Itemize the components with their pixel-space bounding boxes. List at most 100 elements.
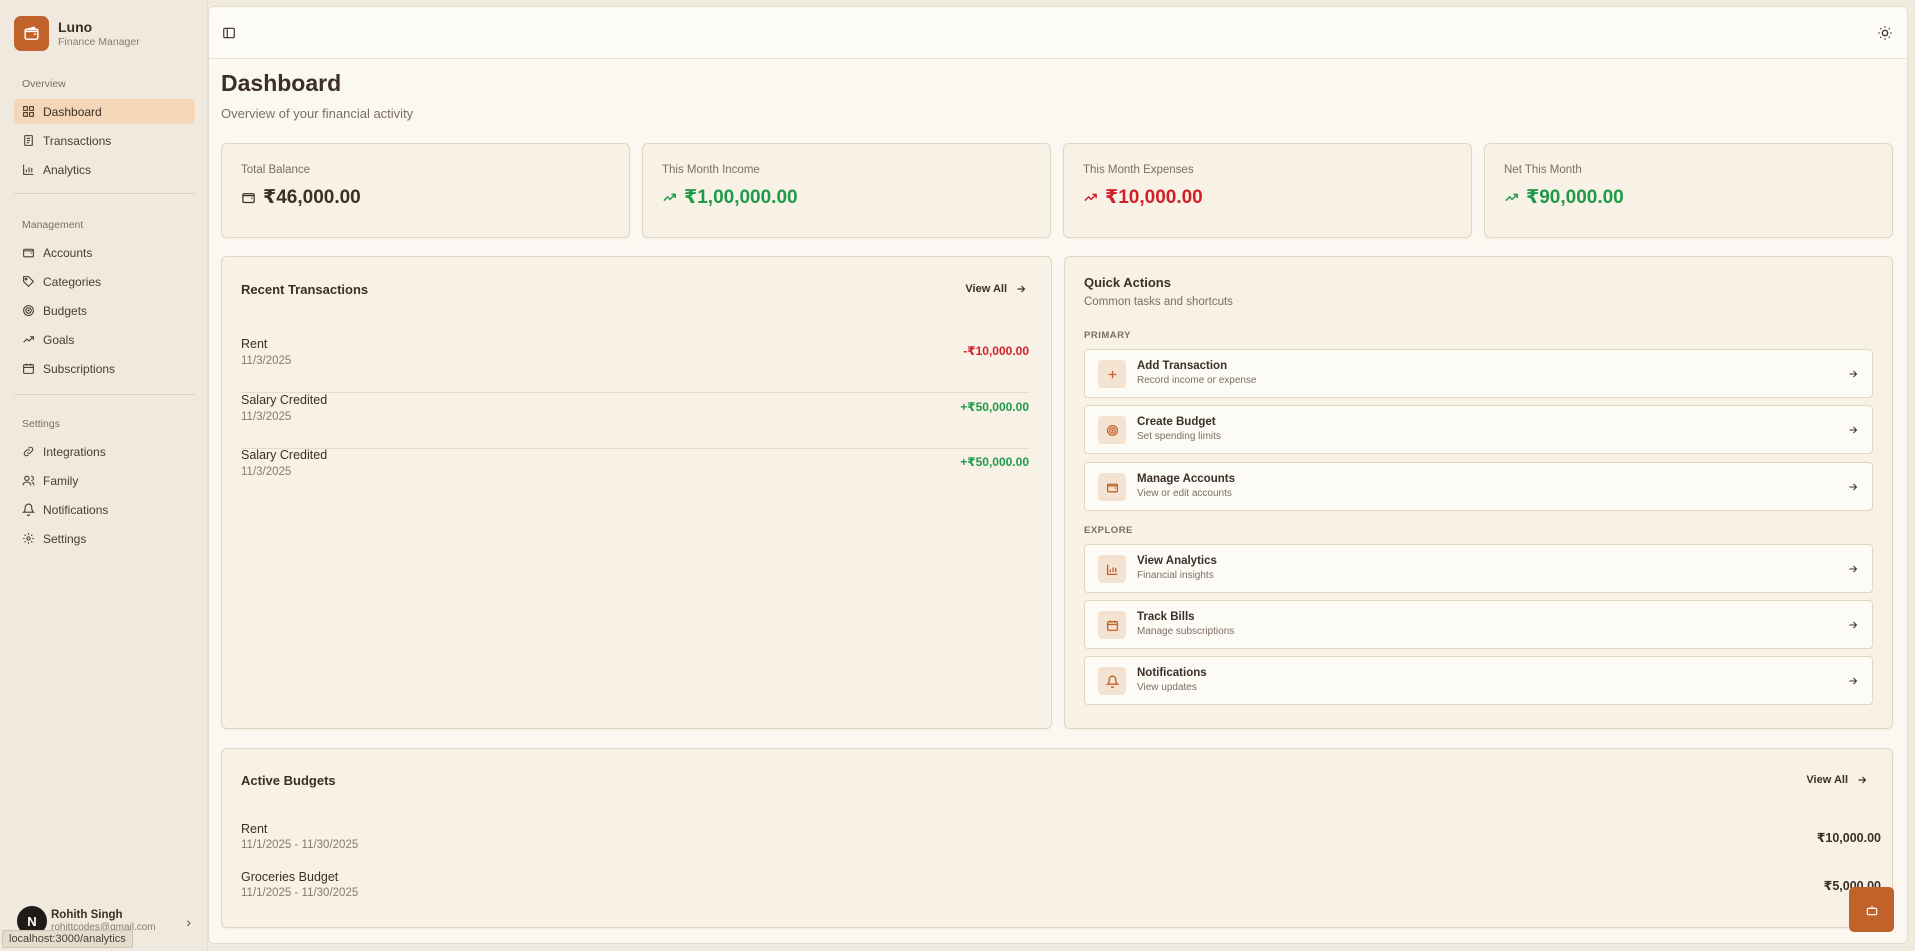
group-label: EXPLORE <box>1084 525 1133 536</box>
sidebar-item-subscriptions[interactable]: Subscriptions <box>14 356 195 381</box>
plus-icon <box>1108 370 1116 378</box>
stat-value-text: ₹90,000.00 <box>1526 187 1624 208</box>
transaction-row[interactable]: Rent 11/3/2025 -₹10,000.00 <box>241 337 1029 393</box>
sidebar-item-settings[interactable]: Settings <box>14 526 195 551</box>
active-budgets-card: Active Budgets View All Rent 11/1/2025 -… <box>221 748 1893 928</box>
stat-value-text: ₹1,00,000.00 <box>684 187 798 208</box>
sidebar-item-transactions[interactable]: Transactions <box>14 128 195 153</box>
sidebar-item-label: Analytics <box>43 162 92 177</box>
notifications-button[interactable]: Notifications View updates <box>1084 656 1873 705</box>
transaction-date: 11/3/2025 <box>241 466 292 478</box>
divider <box>14 394 195 395</box>
sidebar-item-integrations[interactable]: Integrations <box>14 439 195 464</box>
view-all-transactions-button[interactable]: View All <box>965 283 1027 295</box>
stat-value: ₹46,000.00 <box>241 186 361 209</box>
view-analytics-button[interactable]: View Analytics Financial insights <box>1084 544 1873 593</box>
calendar-icon <box>1106 620 1118 631</box>
sidebar-item-notifications[interactable]: Notifications <box>14 497 195 522</box>
chatbot-button[interactable] <box>1849 887 1894 932</box>
add-transaction-button[interactable]: Add Transaction Record income or expense <box>1084 349 1873 398</box>
budget-row[interactable]: Groceries Budget 11/1/2025 - 11/30/2025 … <box>241 870 1881 910</box>
track-bills-button[interactable]: Track Bills Manage subscriptions <box>1084 600 1873 649</box>
action-desc: View or edit accounts <box>1137 488 1232 499</box>
sidebar-item-label: Dashboard <box>43 104 102 119</box>
sidebar: Luno Finance Manager Overview Dashboard … <box>0 0 208 951</box>
sidebar-item-label: Integrations <box>43 444 106 459</box>
quick-actions-card: Quick Actions Common tasks and shortcuts… <box>1064 256 1893 729</box>
action-label: Notifications <box>1137 667 1207 679</box>
sidebar-item-budgets[interactable]: Budgets <box>14 298 195 323</box>
status-bar-url: localhost:3000/analytics <box>2 930 133 948</box>
main-content: Dashboard Overview of your financial act… <box>208 6 1908 944</box>
arrow-right-icon <box>1849 621 1858 629</box>
target-icon <box>1106 424 1118 436</box>
wallet-icon <box>14 16 49 51</box>
budget-name: Groceries Budget <box>241 870 339 884</box>
trending-up-icon <box>23 336 34 343</box>
view-all-budgets-button[interactable]: View All <box>1806 774 1868 786</box>
tag-icon <box>23 276 35 288</box>
nav-heading: Overview <box>22 78 66 90</box>
sidebar-item-goals[interactable]: Goals <box>14 327 195 352</box>
action-label: Manage Accounts <box>1137 473 1235 485</box>
stat-label: Total Balance <box>241 164 311 176</box>
card-subtitle: Common tasks and shortcuts <box>1084 296 1233 308</box>
budget-range: 11/1/2025 - 11/30/2025 <box>241 887 359 899</box>
sidebar-item-categories[interactable]: Categories <box>14 269 195 294</box>
action-desc: View updates <box>1137 682 1197 693</box>
action-label: Track Bills <box>1137 611 1195 623</box>
budget-range: 11/1/2025 - 11/30/2025 <box>241 839 359 851</box>
nav-section-settings: Settings Integrations Family Notificatio… <box>14 415 195 555</box>
stat-card-income: This Month Income ₹1,00,000.00 <box>642 143 1051 238</box>
transaction-name: Rent <box>241 337 268 351</box>
brand[interactable]: Luno Finance Manager <box>14 16 140 51</box>
wallet-icon <box>242 193 255 204</box>
sidebar-item-analytics[interactable]: Analytics <box>14 157 195 182</box>
sidebar-toggle-icon[interactable] <box>222 26 236 40</box>
create-budget-button[interactable]: Create Budget Set spending limits <box>1084 405 1873 454</box>
sun-icon[interactable] <box>1877 25 1893 41</box>
layout-grid-icon <box>23 106 34 117</box>
transaction-name: Salary Credited <box>241 448 328 462</box>
sidebar-item-family[interactable]: Family <box>14 468 195 493</box>
sidebar-item-label: Notifications <box>43 502 109 517</box>
action-label: Add Transaction <box>1137 360 1228 372</box>
page-subtitle: Overview of your financial activity <box>221 106 414 121</box>
stat-value-text: ₹10,000.00 <box>1105 187 1203 208</box>
action-desc: Record income or expense <box>1137 375 1257 386</box>
stat-label: This Month Expenses <box>1083 164 1194 176</box>
sidebar-item-label: Budgets <box>43 303 88 318</box>
budget-amount: ₹10,000.00 <box>1816 831 1881 845</box>
app-name: Luno <box>58 18 93 35</box>
nav-section-overview: Overview Dashboard Transactions Analytic… <box>14 75 195 186</box>
arrow-right-icon <box>1849 370 1858 378</box>
arrow-right-icon <box>1849 677 1858 685</box>
stat-value-text: ₹46,000.00 <box>263 187 361 208</box>
arrow-right-icon <box>1017 285 1026 293</box>
wallet-icon <box>1106 483 1118 492</box>
budget-row[interactable]: Rent 11/1/2025 - 11/30/2025 ₹10,000.00 <box>241 822 1881 862</box>
bar-chart-icon <box>1106 564 1117 575</box>
transaction-row[interactable]: Salary Credited 11/3/2025 +₹50,000.00 <box>241 393 1029 449</box>
sidebar-item-accounts[interactable]: Accounts <box>14 240 195 265</box>
manage-accounts-button[interactable]: Manage Accounts View or edit accounts <box>1084 462 1873 511</box>
sidebar-item-label: Family <box>43 473 79 488</box>
group-label: PRIMARY <box>1084 330 1131 341</box>
stat-value: ₹90,000.00 <box>1504 186 1624 209</box>
page-title: Dashboard <box>221 70 342 96</box>
transaction-row[interactable]: Salary Credited 11/3/2025 +₹50,000.00 <box>241 448 1029 504</box>
app-subtitle: Finance Manager <box>58 35 140 48</box>
sidebar-item-label: Subscriptions <box>43 361 116 376</box>
bell-icon <box>1105 675 1119 688</box>
sidebar-item-label: Settings <box>43 531 87 546</box>
users-icon <box>22 475 35 486</box>
link-icon <box>23 446 34 457</box>
stat-value: ₹10,000.00 <box>1083 186 1203 209</box>
trending-up-icon <box>663 193 676 202</box>
receipt-icon <box>24 135 33 146</box>
card-title: Recent Transactions <box>241 282 369 297</box>
sidebar-item-dashboard[interactable]: Dashboard <box>14 99 195 124</box>
transaction-amount: -₹10,000.00 <box>963 344 1029 358</box>
transaction-name: Salary Credited <box>241 393 328 407</box>
bar-chart-icon <box>23 164 34 175</box>
